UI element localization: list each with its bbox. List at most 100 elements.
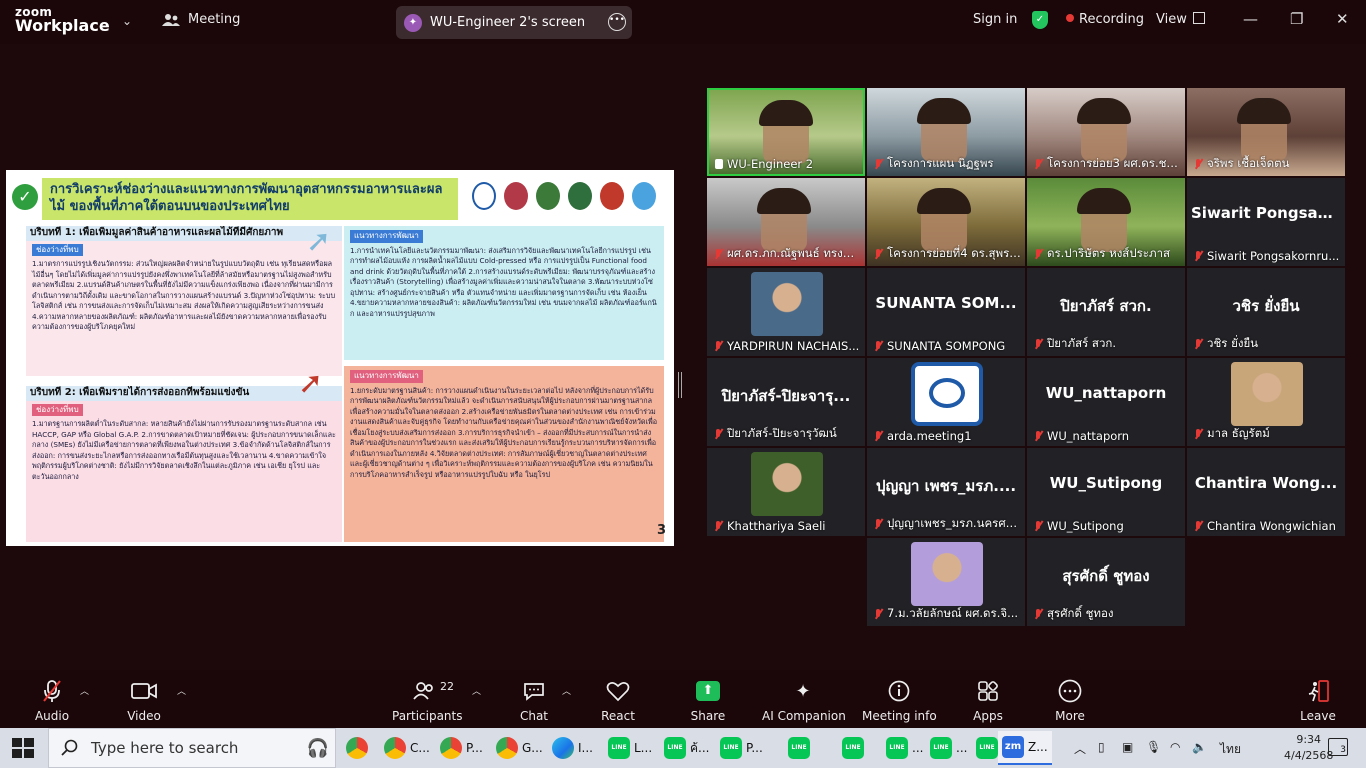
- taskbar-search[interactable]: Type here to search 🎧: [48, 728, 336, 768]
- participant-name-label: ปิยาภัสร์ สวก.: [1033, 335, 1181, 353]
- more-options-icon[interactable]: •••: [608, 13, 626, 31]
- taskbar-app-line[interactable]: LINE ค้...: [664, 734, 709, 762]
- participant-tile[interactable]: 7.ม.วลัยลักษณ์ ผศ.ดร.จิ...: [867, 538, 1025, 626]
- video-options-icon[interactable]: ︿: [177, 684, 186, 697]
- participant-tile[interactable]: WU_Sutipong WU_Sutipong: [1027, 448, 1185, 536]
- apps-button[interactable]: Apps: [968, 678, 1008, 723]
- view-button[interactable]: View: [1156, 12, 1205, 27]
- participant-name-label: WU_nattaporn: [1033, 429, 1181, 443]
- participant-name: Chantira Wongwichian: [1207, 519, 1336, 533]
- line-icon: LINE: [608, 737, 630, 759]
- headphones-widget-icon[interactable]: 🎧: [307, 738, 329, 759]
- taskbar-app-chrome[interactable]: C...: [384, 734, 430, 762]
- context2-dev-text: 1.ยกระดับมาตรฐานสินค้า: การวางแผนดำเนินง…: [350, 385, 658, 479]
- grid-view-icon: [1192, 12, 1205, 24]
- leave-button[interactable]: Leave: [1298, 678, 1338, 723]
- system-clock[interactable]: 9:34 4/4/2568: [1284, 732, 1333, 764]
- participant-tile[interactable]: SUNANTA SOM... SUNANTA SOMPONG: [867, 268, 1025, 356]
- minimize-icon[interactable]: —: [1243, 10, 1258, 28]
- restore-icon[interactable]: ❐: [1290, 10, 1303, 28]
- participant-name-label: SUNANTA SOMPONG: [873, 339, 1021, 353]
- participant-tile[interactable]: โครงการย่อยที่4 ดร.สุพรร...: [867, 178, 1025, 266]
- taskbar-app-line[interactable]: LINE...: [886, 734, 923, 762]
- participant-tile[interactable]: Chantira Wong... Chantira Wongwichian: [1187, 448, 1345, 536]
- ai-companion-button[interactable]: ✦ AI Companion: [762, 678, 846, 724]
- line-icon: LINE: [720, 737, 742, 759]
- more-icon: [1050, 678, 1090, 704]
- microphone-icon[interactable]: 🎙: [1146, 740, 1161, 754]
- participant-tile[interactable]: Khatthariya Saeli: [707, 448, 865, 536]
- participant-tile[interactable]: ปิยาภัสร์ สวก. ปิยาภัสร์ สวก.: [1027, 268, 1185, 356]
- participant-tile[interactable]: ปิยาภัสร์-ปิยะจารุ... ปิยาภัสร์-ปิยะจารุว…: [707, 358, 865, 446]
- participant-name-label: Chantira Wongwichian: [1193, 519, 1341, 533]
- chevron-down-icon[interactable]: ⌄: [122, 14, 132, 28]
- participant-tile[interactable]: จริพร เชื้อเจ็ดตน: [1187, 88, 1345, 176]
- participant-tile[interactable]: วชิร ยั่งยืน วชิร ยั่งยืน: [1187, 268, 1345, 356]
- windows-taskbar: Type here to search 🎧 C... P... G... I... LI…: [0, 728, 1366, 768]
- participant-name-label: arda.meeting1: [873, 429, 1021, 443]
- windows-start-icon[interactable]: [12, 738, 34, 758]
- taskbar-app-edge[interactable]: I...: [552, 734, 593, 762]
- share-button[interactable]: ⬆ Share: [688, 678, 728, 723]
- zoom-workplace-logo[interactable]: zoom Workplace: [15, 6, 110, 34]
- participant-name-label: ปิยาภัสร์-ปิยะจารุวัฒน์: [713, 425, 861, 443]
- notification-center-icon[interactable]: 3: [1328, 738, 1348, 756]
- record-dot-icon: [1066, 14, 1074, 22]
- close-icon[interactable]: ✕: [1336, 10, 1349, 28]
- share-screen-icon: ⬆: [688, 678, 728, 704]
- taskbar-app-label: C...: [410, 741, 430, 755]
- participant-tile[interactable]: ผศ.ดร.ภก.ณัฐพนธ์ ทรงน...: [707, 178, 865, 266]
- audio-options-icon[interactable]: ︿: [80, 684, 89, 697]
- participant-tile[interactable]: ปุญญา เพชร_มรภ.... ปุญญาเพชร_มรภ.นครศรี..…: [867, 448, 1025, 536]
- wifi-icon[interactable]: ◠: [1170, 740, 1180, 754]
- participant-tile[interactable]: สุรศักดิ์ ชูทอง สุรศักดิ์ ชูทอง: [1027, 538, 1185, 626]
- participant-tile[interactable]: ดร.ปาริษัตร หงส์ประภาส: [1027, 178, 1185, 266]
- chat-button[interactable]: Chat: [514, 678, 554, 723]
- taskbar-app-chrome[interactable]: G...: [496, 734, 543, 762]
- participant-tile[interactable]: YARDPIRUN NACHAIS...: [707, 268, 865, 356]
- volume-icon[interactable]: 🔈: [1192, 740, 1207, 754]
- chat-icon: [514, 678, 554, 704]
- show-hidden-icons[interactable]: ︿: [1074, 740, 1086, 757]
- sign-in-link[interactable]: Sign in: [973, 12, 1017, 27]
- taskbar-app-label: ...: [956, 741, 968, 755]
- encryption-shield-icon[interactable]: ✓: [1032, 11, 1048, 29]
- shared-screen-pill[interactable]: ✦ WU-Engineer 2's screen •••: [396, 6, 632, 39]
- participant-tile[interactable]: โครงการแผน นิฏฐพร: [867, 88, 1025, 176]
- participant-hair: [917, 188, 971, 214]
- input-language[interactable]: ไทย: [1220, 740, 1241, 759]
- taskbar-app-chrome[interactable]: P...: [440, 734, 483, 762]
- participant-name: ดร.ปาริษัตร หงส์ประภาส: [1047, 246, 1171, 260]
- device-icon[interactable]: ▯: [1098, 740, 1105, 754]
- participant-tile[interactable]: arda.meeting1: [867, 358, 1025, 446]
- taskbar-app-line[interactable]: LINE: [842, 734, 864, 762]
- more-button[interactable]: More: [1050, 678, 1090, 723]
- mic-muted-icon: [1033, 520, 1043, 532]
- taskbar-app-zoom[interactable]: zm Z...: [998, 731, 1052, 765]
- participant-display-name: สุรศักดิ์ ชูทอง: [1062, 567, 1150, 585]
- taskbar-app-line[interactable]: LINE: [788, 734, 810, 762]
- taskbar-app-line[interactable]: LINE P...: [720, 734, 763, 762]
- taskbar-app-chrome[interactable]: [346, 734, 368, 762]
- meeting-info-button[interactable]: Meeting info: [862, 678, 937, 723]
- recording-indicator[interactable]: Recording: [1066, 12, 1144, 27]
- participant-tile[interactable]: WU_nattaporn WU_nattaporn: [1027, 358, 1185, 446]
- taskbar-app-line[interactable]: LINE L...: [608, 734, 652, 762]
- shared-slide: ✓ การวิเคราะห์ช่องว่างและแนวทางการพัฒนาอ…: [6, 170, 674, 546]
- video-button[interactable]: Video: [124, 678, 164, 723]
- participant-tile[interactable]: โครงการย่อย3 ผศ.ดร.ชา...: [1027, 88, 1185, 176]
- meeting-button[interactable]: Meeting: [162, 12, 240, 27]
- security-icon[interactable]: ▣: [1122, 740, 1133, 754]
- taskbar-app-line[interactable]: LINE...: [930, 734, 967, 762]
- participant-tile[interactable]: Siwarit Pongsak... Siwarit Pongsakornru..…: [1187, 178, 1345, 266]
- participant-tile[interactable]: มาล ธัญรัตม์: [1187, 358, 1345, 446]
- participant-tile[interactable]: WU-Engineer 2: [707, 88, 865, 176]
- chat-options-icon[interactable]: ︿: [562, 684, 571, 697]
- participants-options-icon[interactable]: ︿: [472, 684, 481, 697]
- split-view-handle[interactable]: [678, 372, 682, 398]
- video-label: Video: [127, 709, 161, 723]
- chrome-icon: [496, 737, 518, 759]
- react-button[interactable]: React: [598, 678, 638, 723]
- apps-icon: [968, 678, 1008, 704]
- audio-button[interactable]: Audio: [32, 678, 72, 723]
